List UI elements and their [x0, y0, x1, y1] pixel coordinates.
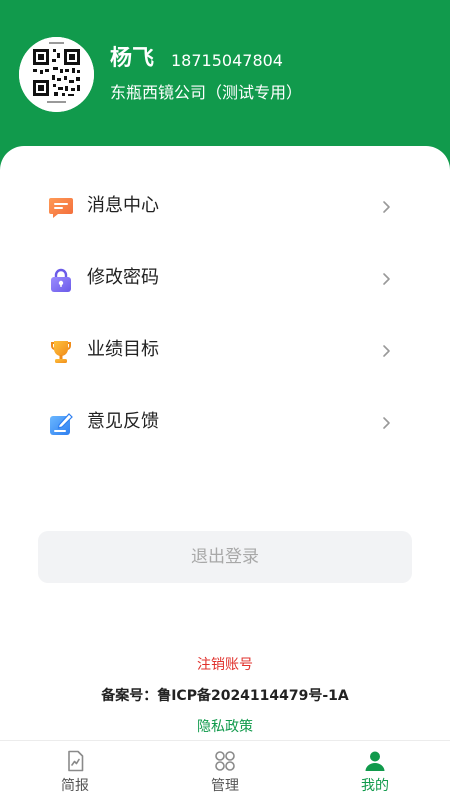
chevron-right-icon	[383, 201, 390, 213]
person-icon	[365, 751, 385, 771]
tab-label: 我的	[361, 778, 389, 794]
chevron-right-icon	[383, 345, 390, 357]
bottom-tab-bar: 简报 管理 我的	[0, 740, 450, 800]
tab-label: 简报	[61, 778, 89, 794]
qr-code-icon	[19, 37, 94, 112]
menu-item-performance-target[interactable]: 业绩目标	[0, 327, 450, 375]
tab-mine[interactable]: 我的	[300, 741, 450, 800]
chevron-right-icon	[383, 273, 390, 285]
logout-button[interactable]: 退出登录	[38, 531, 412, 583]
menu-item-change-password[interactable]: 修改密码	[0, 255, 450, 303]
menu-item-messages[interactable]: 消息中心	[0, 183, 450, 231]
feedback-icon	[50, 413, 73, 435]
avatar[interactable]	[19, 37, 94, 112]
chart-report-icon	[68, 750, 84, 772]
menu-item-label: 消息中心	[87, 195, 159, 216]
tab-briefing[interactable]: 简报	[0, 741, 150, 800]
tab-label: 管理	[211, 778, 239, 794]
grid-apps-icon	[215, 751, 235, 771]
menu-item-label: 业绩目标	[87, 339, 159, 360]
privacy-policy-link[interactable]: 隐私政策	[0, 718, 450, 736]
lock-icon	[51, 268, 71, 292]
trophy-icon	[51, 341, 71, 363]
user-phone: 18715047804	[171, 51, 283, 70]
message-icon	[49, 198, 73, 218]
user-name: 杨飞	[110, 46, 155, 71]
delete-account-link[interactable]: 注销账号	[0, 656, 450, 674]
menu-item-feedback[interactable]: 意见反馈	[0, 399, 450, 447]
icp-record: 备案号：鲁ICP备2024114479号-1A	[101, 688, 349, 704]
user-company: 东瓶西镜公司（测试专用）	[110, 83, 303, 102]
tab-management[interactable]: 管理	[150, 741, 300, 800]
chevron-right-icon	[383, 417, 390, 429]
menu-item-label: 意见反馈	[87, 411, 159, 432]
menu-item-label: 修改密码	[87, 267, 159, 288]
